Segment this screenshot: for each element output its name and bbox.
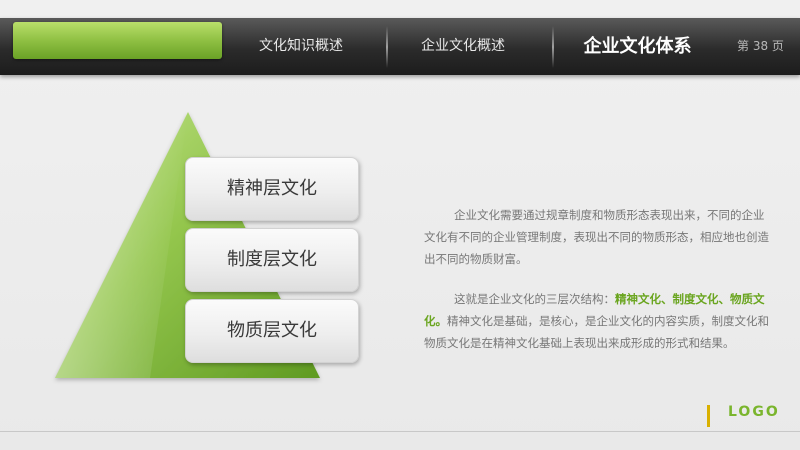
paragraph-1-text: 企业文化需要通过规章制度和物质形态表现出来，不同的企业文化有不同的企业管理制度，… [424,208,769,266]
pyramid-level-institutional: 制度层文化 [185,228,359,292]
slide: 文化知识概述 企业文化概述 企业文化体系 第 38 页 精神层文化 制度层文化 … [0,0,800,450]
paragraph-1: 企业文化需要通过规章制度和物质形态表现出来，不同的企业文化有不同的企业管理制度，… [424,204,774,270]
pyramid-level-spiritual: 精神层文化 [185,157,359,221]
paragraph-2-rest: 精神文化是基础，是核心，是企业文化的内容实质，制度文化和物质文化是在精神文化基础… [424,314,769,350]
pyramid-level-material: 物质层文化 [185,299,359,363]
logo: LOGO [728,404,780,420]
footer-divider-line [0,431,800,432]
paragraph-2-prefix: 这就是企业文化的三层次结构： [454,292,615,306]
footer-gold-bar [707,405,710,427]
paragraph-2: 这就是企业文化的三层次结构：精神文化、制度文化、物质文化。精神文化是基础，是核心… [424,288,774,354]
